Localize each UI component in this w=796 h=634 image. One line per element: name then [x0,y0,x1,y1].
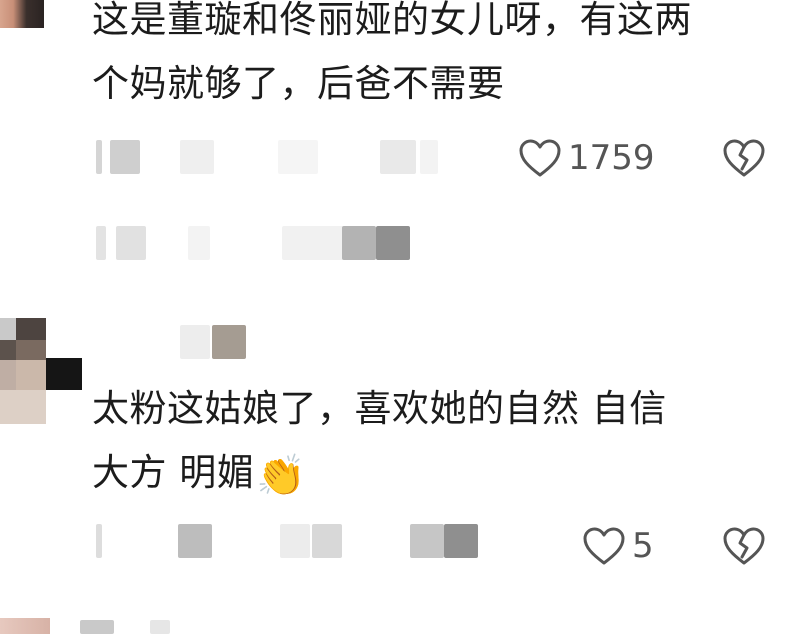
view-replies-blurred[interactable] [96,226,416,260]
broken-heart-icon [723,527,765,565]
like-count: 1759 [568,138,655,178]
dislike-button[interactable] [722,138,766,178]
like-count: 5 [632,526,654,566]
dislike-button[interactable] [722,526,766,566]
like-button[interactable]: 1759 [518,138,655,178]
avatar[interactable] [0,0,44,28]
username-blurred[interactable] [80,620,200,634]
clapping-hands-icon: 👏 [256,453,307,499]
heart-outline-icon [583,527,625,565]
comment-meta-blurred [96,140,456,174]
like-button[interactable]: 5 [582,526,654,566]
avatar[interactable] [0,318,82,424]
avatar[interactable] [0,618,50,634]
comment-text: 这是董璇和佟丽娅的女儿呀，有这两 个妈就够了，后爸不需要 [92,0,692,105]
broken-heart-icon [723,139,765,177]
username-blurred[interactable] [180,325,250,359]
comment-meta-blurred [96,524,486,558]
heart-outline-icon [519,139,561,177]
comment-text: 太粉这姑娘了，喜欢她的自然 自信 大方 明媚👏 [92,387,667,499]
